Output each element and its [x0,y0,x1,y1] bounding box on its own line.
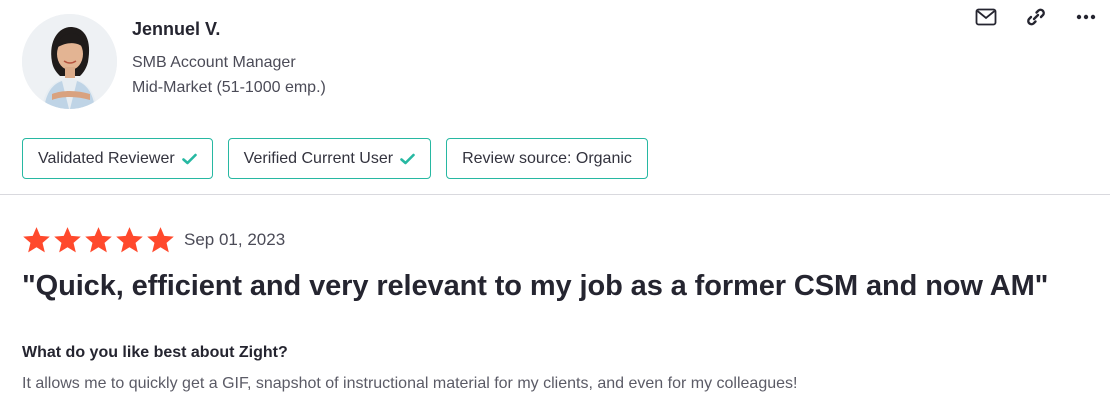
envelope-icon [975,8,997,26]
star-icon [147,227,174,253]
section-divider [0,194,1110,195]
badge-label: Validated Reviewer [38,149,175,167]
badge-label: Verified Current User [243,149,394,167]
star-icon [54,227,81,253]
badge-validated-reviewer[interactable]: Validated Reviewer [22,138,213,179]
star-rating [22,226,177,254]
review-question: What do you like best about Zight? [22,344,288,361]
more-options-button[interactable] [1074,5,1098,29]
badge-label: Review source: Organic [462,149,632,167]
rating-row: Sep 01, 2023 [22,226,285,254]
reviewer-name[interactable]: Jennuel V. [132,17,326,41]
more-dots-icon [1076,14,1096,20]
star-icon [85,227,112,253]
badge-review-source[interactable]: Review source: Organic [446,138,648,179]
avatar[interactable] [22,14,117,109]
reviewer-role: SMB Account Manager [132,54,296,71]
email-button[interactable] [974,5,998,29]
link-icon [1027,8,1045,26]
reviewer-card: Jennuel V. SMB Account Manager Mid-Marke… [22,14,326,109]
check-icon [181,153,197,165]
star-icon [23,227,50,253]
review-answer: It allows me to quickly get a GIF, snaps… [22,375,798,392]
star-icon [116,227,143,253]
review-title: "Quick, efficient and very relevant to m… [22,270,1049,302]
check-icon [400,153,415,165]
badge-verified-current-user[interactable]: Verified Current User [227,138,432,179]
copy-link-button[interactable] [1024,5,1048,29]
person-photo-avatar-icon [22,14,117,109]
review-date: Sep 01, 2023 [184,230,286,249]
reviewer-company-size: Mid-Market (51-1000 emp.) [132,79,326,96]
review-actions [948,5,1098,29]
reviewer-badges: Validated Reviewer Verified Current User… [22,138,663,179]
